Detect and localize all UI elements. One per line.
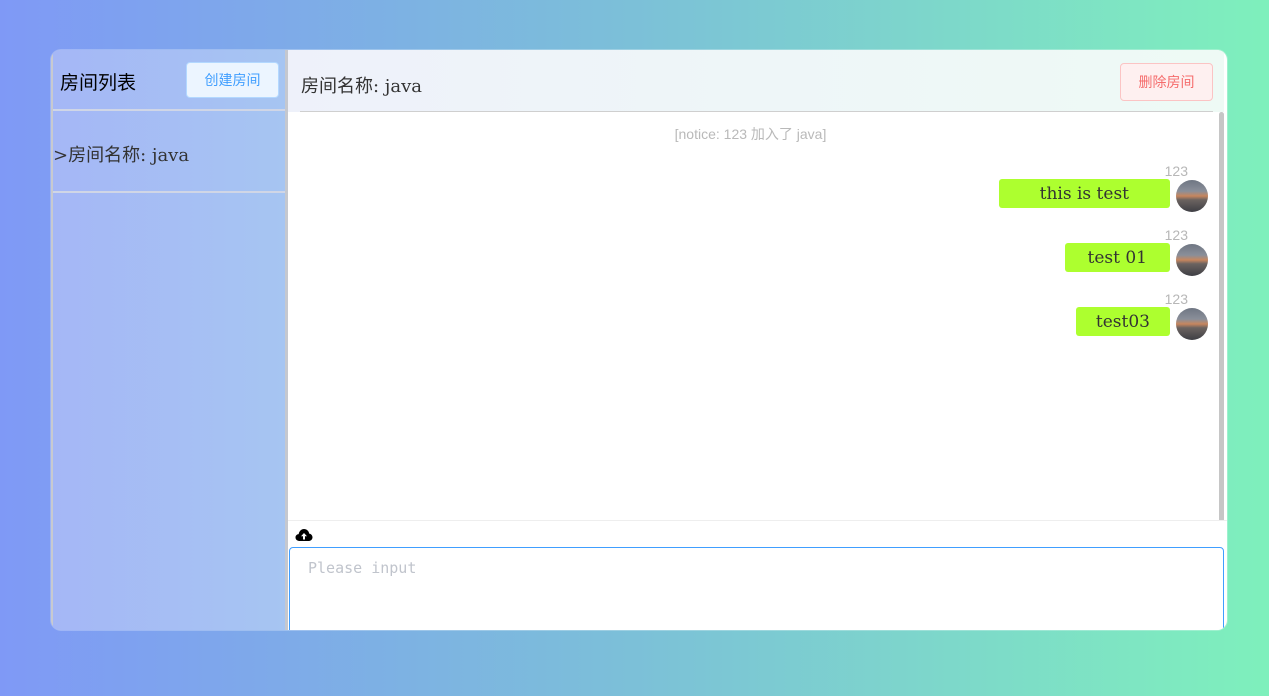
chat-message: 123 test 01 bbox=[808, 227, 1208, 277]
room-item-label: >房间名称: java bbox=[53, 145, 190, 166]
room-list-item[interactable]: >房间名称: java bbox=[53, 111, 285, 193]
chat-panel: 房间名称: java 删除房间 [notice: 123 加入了 java] 1… bbox=[288, 50, 1227, 630]
header-divider bbox=[300, 111, 1213, 112]
create-room-button[interactable]: 创建房间 bbox=[186, 62, 279, 98]
current-room-title: 房间名称: java bbox=[301, 76, 422, 97]
avatar bbox=[1176, 308, 1208, 340]
cloud-upload-icon[interactable] bbox=[295, 528, 313, 542]
message-username: 123 bbox=[1164, 291, 1188, 307]
message-bubble: test 01 bbox=[1064, 243, 1170, 272]
room-list-title: 房间列表 bbox=[60, 72, 137, 94]
input-toolbar bbox=[288, 520, 1227, 547]
room-list-sidebar: 房间列表 创建房间 >房间名称: java bbox=[51, 50, 285, 630]
message-bubble: this is test bbox=[998, 179, 1170, 208]
message-username: 123 bbox=[1164, 227, 1188, 243]
delete-room-button[interactable]: 删除房间 bbox=[1120, 63, 1213, 101]
message-username: 123 bbox=[1164, 163, 1188, 179]
avatar bbox=[1176, 180, 1208, 212]
chat-header: 房间名称: java 删除房间 bbox=[288, 50, 1224, 112]
avatar bbox=[1176, 244, 1208, 276]
chat-message: 123 test03 bbox=[808, 291, 1208, 341]
sidebar-header: 房间列表 创建房间 bbox=[53, 50, 285, 111]
chat-app-window: 房间列表 创建房间 >房间名称: java 房间名称: java 删除房间 [n… bbox=[51, 50, 1227, 630]
message-scrollbar[interactable] bbox=[1219, 112, 1224, 522]
join-notice: [notice: 123 加入了 java] bbox=[674, 126, 827, 142]
message-bubble: test03 bbox=[1075, 307, 1170, 336]
chat-message: 123 this is test bbox=[808, 163, 1208, 213]
message-input[interactable] bbox=[289, 547, 1224, 630]
